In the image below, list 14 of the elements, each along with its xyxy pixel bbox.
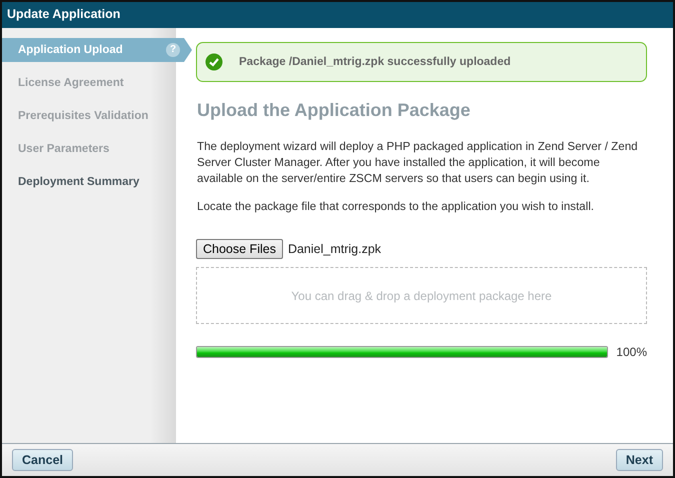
drop-zone[interactable]: You can drag & drop a deployment package here [196, 267, 647, 324]
window-title: Update Application [2, 0, 673, 28]
wizard-step[interactable]: Deployment Summary [2, 170, 176, 194]
description-text: The deployment wizard will deploy a PHP packaged application in Zend Server / Zend Server Cluster Manager. After you have installed the application, it will become available on the server/entire ZSCM servers so that users can begin using it. [197, 139, 639, 187]
description-text: Locate the package file that corresponds to the application you wish to install. [197, 199, 596, 215]
progress-reading: 100% [616, 345, 647, 359]
notice-text: Package /Daniel_mtrig.zpk successfully uploaded [239, 56, 511, 68]
next-button[interactable]: Next [616, 449, 663, 471]
page-heading: Upload the Application Package [197, 100, 472, 121]
help-icon[interactable]: ? [166, 43, 180, 57]
file-name: Daniel_mtrig.zpk [288, 242, 382, 256]
cancel-button[interactable]: Cancel [12, 449, 73, 471]
check-icon [205, 53, 223, 71]
choose-files-button[interactable]: Choose Files [196, 239, 283, 259]
